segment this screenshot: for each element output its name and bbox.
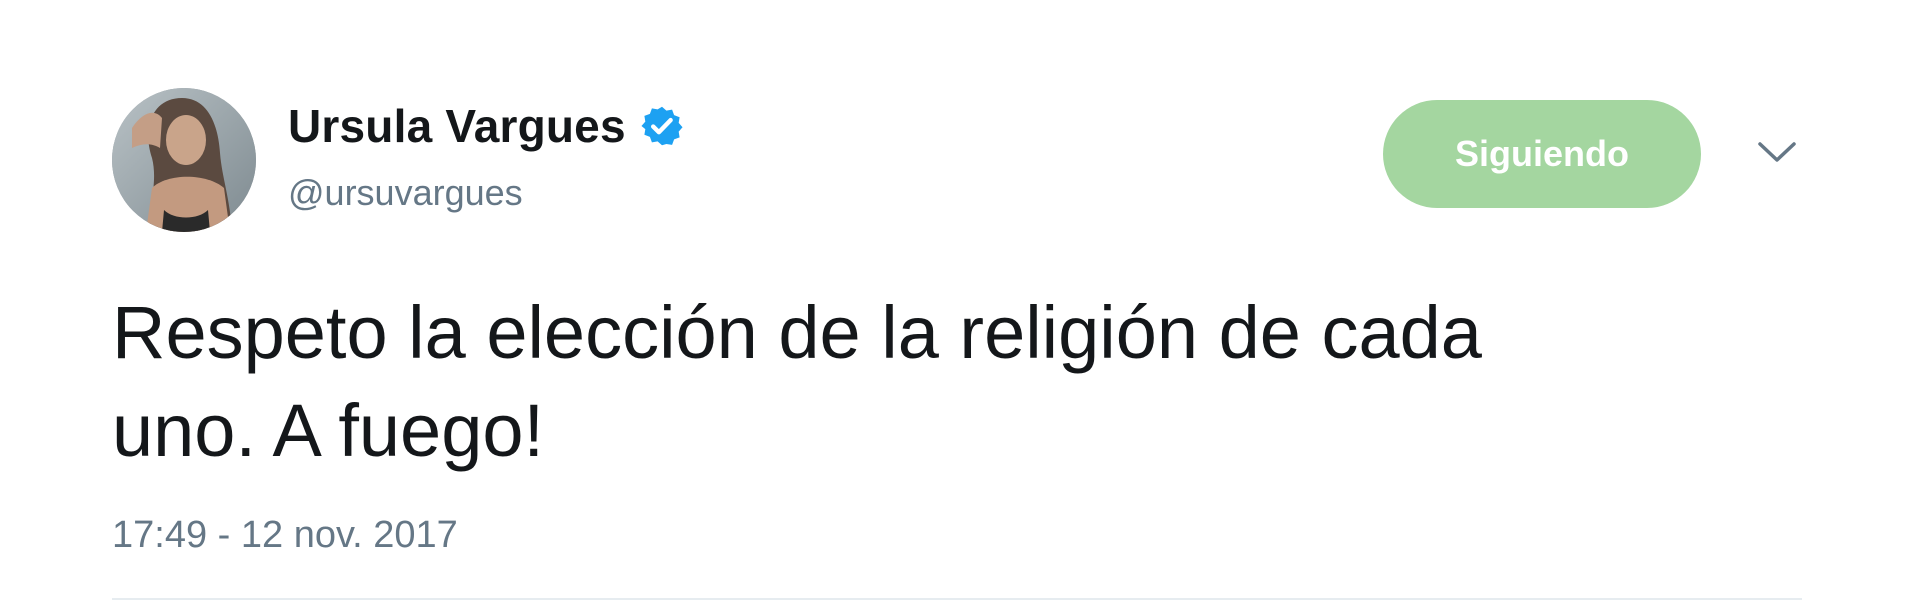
avatar[interactable] bbox=[112, 88, 256, 232]
tweet-text: Respeto la elección de la religión de ca… bbox=[112, 291, 1482, 472]
verified-badge-icon bbox=[641, 106, 683, 146]
avatar-photo bbox=[112, 88, 256, 232]
display-name[interactable]: Ursula Vargues bbox=[288, 99, 626, 153]
divider bbox=[112, 598, 1802, 600]
chevron-down-icon[interactable] bbox=[1756, 138, 1798, 166]
name-row: Ursula Vargues bbox=[288, 98, 684, 154]
tweet-card: Ursula Vargues @ursuvargues Siguiendo Re… bbox=[0, 0, 1920, 604]
tweet-timestamp[interactable]: 17:49 - 12 nov. 2017 bbox=[112, 514, 458, 557]
following-button[interactable]: Siguiendo bbox=[1383, 100, 1701, 208]
user-handle[interactable]: @ursuvargues bbox=[288, 172, 523, 214]
